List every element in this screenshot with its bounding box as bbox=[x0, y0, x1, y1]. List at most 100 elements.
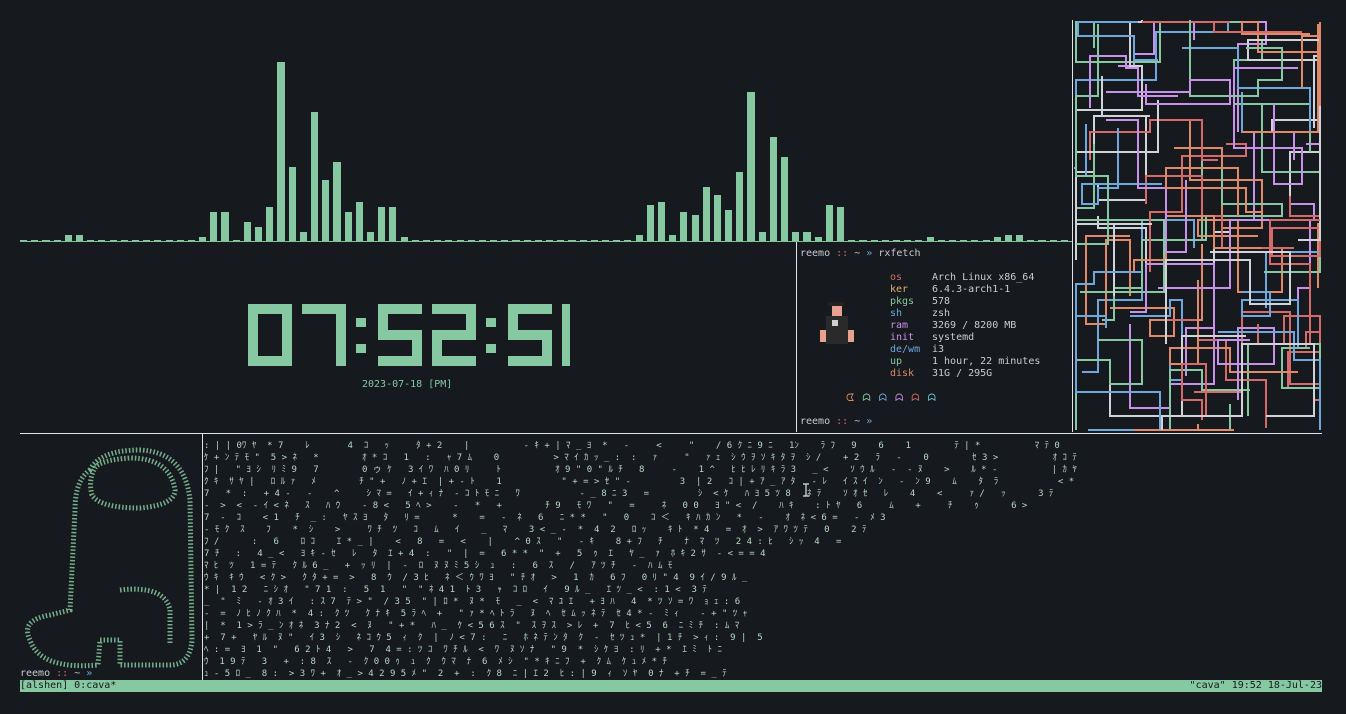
pipe bbox=[1106, 79, 1231, 105]
cava-bar bbox=[825, 204, 833, 242]
pipe bbox=[1110, 244, 1203, 337]
pipe bbox=[1134, 424, 1234, 431]
prompt-dir: ~ bbox=[854, 248, 861, 259]
amogus-ascii-art bbox=[25, 447, 195, 669]
left-prompt: reemo :: ~ » bbox=[20, 668, 92, 679]
pane-border bbox=[202, 434, 203, 680]
fetch-value: 6.4.3-arch1-1 bbox=[932, 284, 1011, 295]
clock-digit bbox=[562, 304, 570, 366]
matrix-rain: : | | 0ﾜ ﾔ * 7 ﾚ 4 ｺ ｯ ﾀ + 2 | - ｷ + | ﾏ… bbox=[204, 440, 1322, 680]
pipe bbox=[1082, 219, 1195, 373]
fetch-key: sh bbox=[890, 308, 903, 319]
cava-bar bbox=[288, 167, 296, 242]
prompt-separator: :: bbox=[836, 416, 849, 427]
cava-bar bbox=[680, 212, 688, 242]
prompt-separator: :: bbox=[56, 668, 69, 679]
cava-bar bbox=[266, 207, 274, 242]
prompt-dir: ~ bbox=[74, 668, 81, 679]
cava-bar bbox=[243, 222, 251, 242]
ghost-icon: ᗣ bbox=[862, 393, 879, 404]
pipe bbox=[1165, 251, 1291, 344]
matrix-line: + 7 + ﾔ ﾙ ﾇ " ｲ 3 ｼ ﾈ ｺ ｳ 5 ｨ ｸ | ﾉ < 7 … bbox=[204, 633, 763, 643]
fetch-value: i3 bbox=[932, 344, 945, 355]
pipe bbox=[1142, 21, 1302, 33]
prompt-arrow: » bbox=[866, 416, 873, 427]
prompt-dir: ~ bbox=[854, 416, 861, 427]
cava-bar bbox=[691, 214, 699, 242]
cava-bar bbox=[657, 202, 666, 242]
matrix-line: : | | 0ﾜ ﾔ * 7 ﾚ 4 ｺ ｯ ﾀ + 2 | - ｷ + | ﾏ… bbox=[204, 441, 1060, 451]
pipes-screensaver bbox=[1074, 20, 1321, 431]
ghost-icon: ᗣ bbox=[911, 393, 928, 404]
cava-bar bbox=[378, 207, 386, 242]
pacman-icon: ᗧ bbox=[846, 393, 863, 404]
cava-bar bbox=[389, 207, 397, 242]
fetch-key: disk bbox=[890, 368, 915, 379]
cava-bar bbox=[736, 172, 744, 242]
prompt-user: reemo bbox=[800, 248, 831, 259]
cava-bar bbox=[837, 207, 845, 242]
pipe bbox=[1190, 168, 1283, 241]
pipe bbox=[1075, 100, 1087, 177]
matrix-line: _ " ﾐ - ｵ 3 ｲ : ｽ 7 ﾃ > " / 3 5 " | ﾛ * … bbox=[204, 597, 741, 607]
fetch-key: de/wm bbox=[890, 344, 921, 355]
fetch-key: ker bbox=[890, 284, 909, 295]
color-blocks: ᗧᗣᗣᗣᗣᗣ bbox=[846, 393, 944, 404]
tmux-session-window[interactable]: [alshen] 0:cava* bbox=[20, 680, 116, 692]
text-cursor-icon bbox=[803, 483, 809, 497]
cava-bar bbox=[333, 162, 341, 242]
fetch-key: up bbox=[890, 356, 903, 367]
clock-digit bbox=[302, 304, 346, 366]
digital-clock bbox=[248, 304, 570, 366]
cava-bar bbox=[355, 202, 363, 242]
matrix-line: ｹ + ﾝ ﾃ ﾓ " 5 > ﾈ * ｵ * ｺ 1 : ｬ 7 ﾑ 0 > … bbox=[204, 453, 1077, 463]
pipe bbox=[1169, 280, 1298, 373]
cava-bar bbox=[210, 212, 218, 242]
fetch-key: init bbox=[890, 332, 915, 343]
matrix-line: ｭ - 5 ﾛ _ 8 : > 3 ﾜ + ｵ _ > 4 2 9 5 ﾒ " … bbox=[204, 669, 727, 679]
cava-bar bbox=[255, 227, 263, 242]
pipe bbox=[1271, 119, 1321, 212]
cava-bar bbox=[311, 112, 319, 242]
pipe bbox=[1306, 124, 1321, 204]
matrix-line: ﾌ | " ﾖ ｼ ﾘ ﾐ 9 7 0 ゥ ｹ 3 ｲ ﾜ ﾊ 0 ﾘ ﾄ ｵ … bbox=[204, 465, 1077, 475]
pipe bbox=[1233, 67, 1303, 185]
matrix-line: * | 1 2 ﾆ ｼ ｵ " 7 1 : 5 1 " " ﾈ 4 1 ﾄ 3 … bbox=[204, 585, 707, 595]
fetch-info: os Arch Linux x86_64 ker 6.4.3-arch1-1 pkgs 5… bbox=[800, 272, 1070, 382]
cava-bar bbox=[344, 212, 352, 242]
fetch-value: 1 hour, 22 minutes bbox=[932, 356, 1041, 367]
cava-bar bbox=[769, 137, 777, 242]
prompt-arrow: » bbox=[866, 248, 873, 259]
ghost-icon: ᗣ bbox=[927, 393, 944, 404]
fetch-key: os bbox=[890, 272, 903, 283]
tmux-status-right: "cava" 19:52 18-Jul-23 bbox=[1189, 680, 1322, 691]
cava-bar bbox=[713, 194, 722, 242]
matrix-line: 7 - ｺ < 1 ﾁ _ : ﾔ ｽ ﾖ ﾀ ﾘ = * = - ﾈ 6 ﾆ … bbox=[204, 513, 886, 523]
fetch-value: 3269 / 8200 MB bbox=[932, 320, 1017, 331]
fetch-key: ram bbox=[890, 320, 909, 331]
matrix-line: | * 1 > ﾗ _ ﾝ ｵ ﾈ 3 ﾅ 2 < ﾇ " + * ﾊ _ ｹ … bbox=[204, 621, 740, 631]
matrix-line: ﾌ / : 6 ﾛ ｺ ｴ * _ | < 8 = < | ^ 0 ｽ " - … bbox=[204, 537, 842, 547]
fetch-value: Arch Linux x86_64 bbox=[932, 272, 1035, 283]
matrix-line: 7 ﾁ : 4 _ < ﾖ ｷ - ｾ ﾚ ﾀ ｴ + 4 : " | = 6 … bbox=[204, 549, 766, 559]
cava-bar bbox=[725, 209, 733, 242]
matrix-line: - = ﾉ ﾋ ﾉ ｸ ﾊ * 4 : ｸ ﾂ ｸ ﾅ ｷ 5 ﾗ ﾍ + " … bbox=[204, 609, 748, 619]
cava-bar bbox=[747, 92, 755, 242]
fetch-value: 31G / 295G bbox=[932, 368, 993, 379]
cava-bar bbox=[322, 179, 330, 242]
fetch-prompt-line: reemo :: ~ » rxfetch bbox=[800, 248, 921, 260]
cava-bar bbox=[277, 62, 285, 242]
pipe bbox=[1085, 235, 1131, 325]
fetch-value: 578 bbox=[932, 296, 951, 307]
cava-bar bbox=[646, 204, 654, 242]
cava-bar bbox=[702, 187, 710, 242]
clock-date: 2023-07-18 [PM] bbox=[362, 379, 453, 390]
cava-baseline bbox=[20, 241, 1072, 242]
clock-colon bbox=[486, 318, 496, 353]
prompt-command: rxfetch bbox=[878, 248, 921, 259]
fetch-value: zsh bbox=[932, 308, 951, 319]
matrix-line: 7 * : + 4 - - ^ ｼ ﾏ = ｲ + ｨ ﾅ - ｺ ﾄ ﾓ ﾆ … bbox=[204, 489, 1054, 499]
fetch-prompt-line-2: reemo :: ~ » bbox=[800, 416, 872, 427]
clock-digit bbox=[432, 304, 476, 366]
clock-digit bbox=[248, 304, 292, 366]
